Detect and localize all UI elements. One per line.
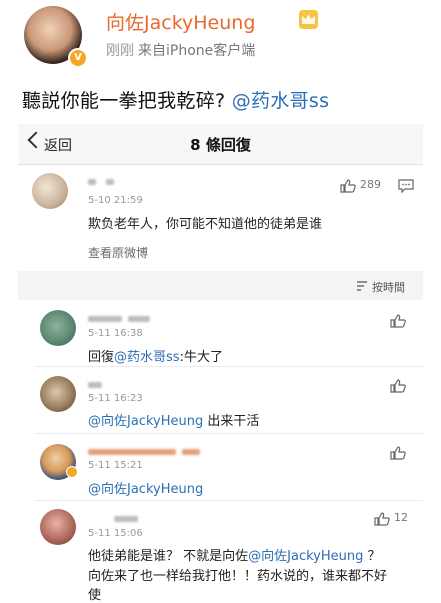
reply-time: 5-11 15:21: [88, 460, 143, 471]
thumbs-up-icon[interactable]: [390, 314, 406, 328]
redacted-username: [106, 179, 114, 185]
post-text: 聽説你能一拳把我乾碎? @药水哥ss: [22, 86, 329, 113]
like-button[interactable]: 12: [374, 511, 408, 530]
redacted-username: [88, 449, 176, 455]
redacted-username: [128, 316, 150, 322]
reply-text: @向佐JackyHeung 出来干活: [88, 410, 259, 429]
reply-mention[interactable]: @药水哥ss: [114, 350, 180, 365]
like-count: 12: [394, 511, 408, 524]
thumbs-up-icon: [374, 512, 390, 526]
reply-text-line-3: 使: [88, 588, 102, 603]
reply-mention[interactable]: @向佐JackyHeung: [248, 549, 363, 564]
sort-bar: 按時間: [18, 272, 423, 300]
post-body: 聽説你能一拳把我乾碎?: [22, 90, 226, 112]
main-comment: 5-10 21:59 欺负老年人，你可能不知道他的徒弟是谁 查看原微博 289: [18, 165, 423, 271]
like-count: 289: [360, 178, 381, 191]
reply-text: @向佐JackyHeung: [88, 478, 203, 497]
reply-body: ？: [363, 549, 381, 564]
reply-body: :牛大了: [179, 350, 223, 365]
redacted-username: [114, 516, 138, 522]
list-item: 5-11 16:23 @向佐JackyHeung 出来干活: [18, 367, 423, 433]
reply-button[interactable]: [398, 178, 414, 197]
reply-time: 5-11 16:23: [88, 393, 143, 404]
comment-time: 5-10 21:59: [88, 195, 143, 206]
list-item: 5-11 15:21 @向佐JackyHeung: [18, 434, 423, 500]
reply-mention[interactable]: @向佐JackyHeung: [88, 414, 203, 429]
verified-badge-icon: V: [68, 48, 88, 68]
reply-text-line-1: 他徒弟能是谁？ 不就是向佐@向佐JackyHeung ？: [88, 545, 381, 564]
avatar[interactable]: [40, 509, 76, 545]
thumbs-up-icon: [340, 179, 356, 193]
thumbs-up-icon[interactable]: [390, 379, 406, 393]
verified-badge-icon: [66, 466, 78, 478]
like-button[interactable]: 289: [340, 178, 381, 197]
list-item: 5-11 15:06 他徒弟能是谁？ 不就是向佐@向佐JackyHeung ？ …: [18, 501, 423, 603]
crown-icon: [299, 10, 318, 29]
reply-text: 回復@药水哥ss:牛大了: [88, 346, 223, 365]
list-item: 5-11 16:38 回復@药水哥ss:牛大了: [18, 300, 423, 366]
page-title: 8 條回復: [190, 136, 251, 154]
view-original-link[interactable]: 查看原微博: [88, 244, 148, 261]
avatar[interactable]: [40, 376, 76, 412]
reply-time: 5-11 15:06: [88, 528, 143, 539]
sort-icon[interactable]: [356, 281, 368, 291]
reply-body: 出来干活: [203, 414, 260, 429]
nav-bar: 返回 8 條回復: [18, 124, 423, 165]
thumbs-up-icon[interactable]: [390, 446, 406, 460]
post-mention[interactable]: @药水哥ss: [232, 90, 330, 112]
reply-mention[interactable]: @向佐JackyHeung: [88, 482, 203, 497]
redacted-username: [88, 179, 96, 185]
post-username[interactable]: 向佐JackyHeung: [106, 8, 255, 35]
post-time: 刚刚: [106, 43, 134, 59]
sort-by-time[interactable]: 按時間: [372, 279, 405, 295]
reply-list: 5-11 16:38 回復@药水哥ss:牛大了 5-11 16:23 @向佐Ja…: [18, 300, 423, 603]
comment-icon: [398, 179, 414, 194]
reply-text-line-2: 向佐来了也一样给我打他！！药水说的，谁来都不好: [88, 569, 388, 584]
post-source: 来自iPhone客户端: [138, 43, 256, 59]
reply-body: 他徒弟能是谁？ 不就是向佐: [88, 549, 249, 564]
redacted-username: [88, 316, 122, 322]
avatar[interactable]: [40, 310, 76, 346]
reply-prefix: 回復: [88, 350, 115, 365]
redacted-username: [88, 382, 102, 388]
reply-time: 5-11 16:38: [88, 328, 143, 339]
redacted-username: [182, 449, 200, 455]
post-meta: 刚刚 来自iPhone客户端: [106, 40, 255, 60]
avatar[interactable]: [32, 173, 68, 209]
comment-thread-screenshot: 返回 8 條回復 5-10 21:59 欺负老年人，你可能不知道他的徒弟是谁 查…: [18, 124, 423, 603]
comment-text: 欺负老年人，你可能不知道他的徒弟是谁: [88, 217, 323, 232]
